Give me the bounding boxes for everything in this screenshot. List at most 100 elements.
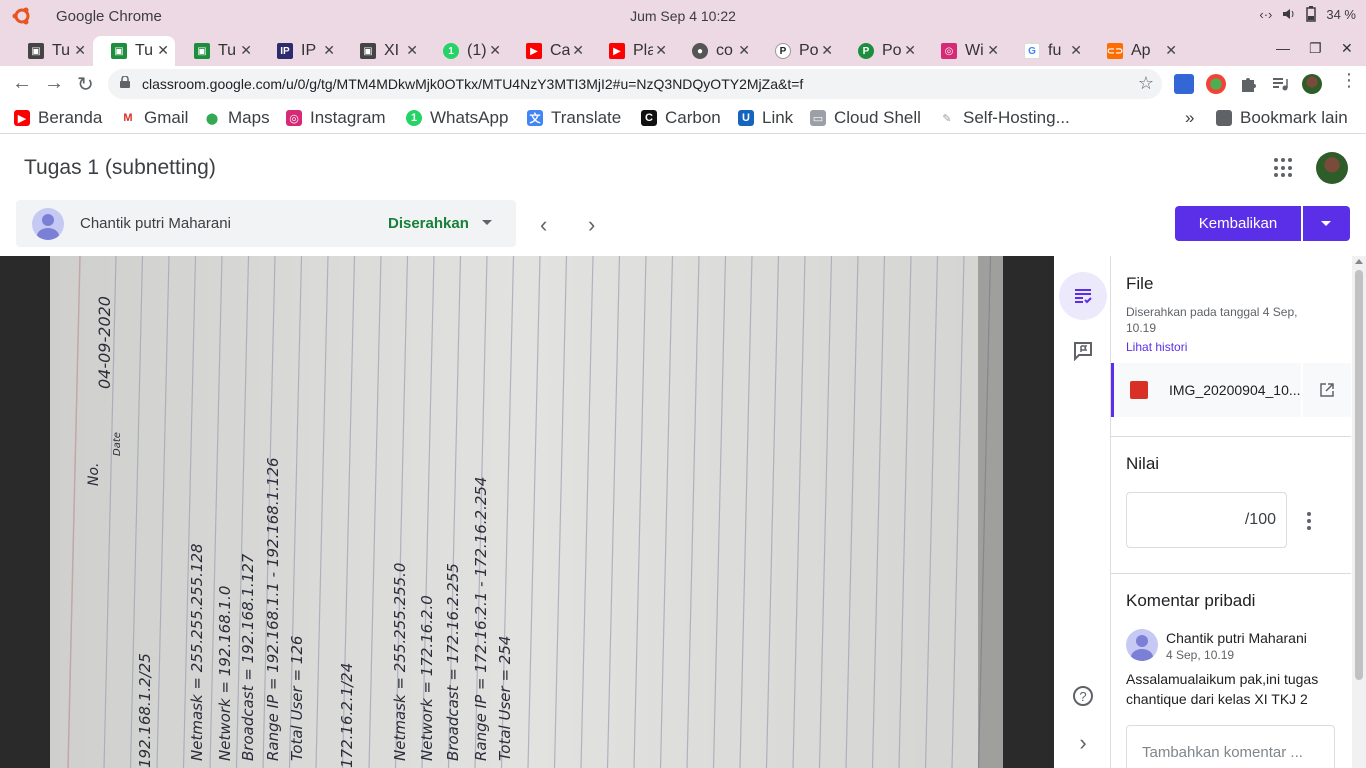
bookmark-item[interactable]: U Link <box>738 108 793 128</box>
browser-tab[interactable]: 1 (1) ✕ <box>425 36 507 66</box>
puzzle-extensions-icon[interactable] <box>1238 74 1258 94</box>
restore-icon[interactable]: ❐ <box>1309 40 1322 57</box>
close-tab-icon[interactable]: ✕ <box>406 42 418 59</box>
close-window-icon[interactable]: ✕ <box>1341 40 1353 57</box>
system-tray[interactable]: ‹·› 34 % <box>1259 6 1356 22</box>
reload-icon[interactable]: ↻ <box>77 72 94 97</box>
bookmark-item[interactable]: 文 Translate <box>527 108 621 128</box>
comments-button[interactable] <box>1059 327 1107 375</box>
notebook-date-label: Date <box>112 432 123 456</box>
svg-text:?: ? <box>1079 689 1086 704</box>
bookmark-item[interactable]: 1 WhatsApp <box>406 108 508 128</box>
close-tab-icon[interactable]: ✕ <box>987 42 999 59</box>
browser-tab[interactable]: ⊂⊃ Ap ✕ <box>1089 36 1183 66</box>
bookmarks-overflow[interactable]: » <box>1185 108 1194 128</box>
browser-tab[interactable]: ● co ✕ <box>674 36 756 66</box>
extension-icon[interactable] <box>1206 74 1226 94</box>
classroom-icon: ▣ <box>111 43 127 59</box>
bookmark-star-icon[interactable]: ☆ <box>1138 73 1154 94</box>
browser-tab[interactable]: ▣ Tu ✕ <box>176 36 258 66</box>
account-avatar[interactable] <box>1316 152 1348 184</box>
browser-tab[interactable]: ▶ Ca ✕ <box>508 36 590 66</box>
feather-icon: ✎ <box>939 110 955 126</box>
close-tab-icon[interactable]: ✕ <box>821 42 833 59</box>
grade-input[interactable]: /100 <box>1126 492 1287 548</box>
google-apps-icon[interactable] <box>1274 158 1294 178</box>
back-icon[interactable]: ← <box>12 72 32 95</box>
grade-more-options-icon[interactable] <box>1307 512 1311 533</box>
bookmark-item[interactable]: ▭ Cloud Shell <box>810 108 921 128</box>
return-options-button[interactable] <box>1303 206 1350 241</box>
student-name: Chantik putri Maharani <box>80 215 231 232</box>
address-bar[interactable]: classroom.google.com/u/0/g/tg/MTM4MDkwMj… <box>108 69 1162 99</box>
browser-tab-active[interactable]: ▣ Tu ✕ <box>93 36 175 66</box>
comment-author: Chantik putri Maharani <box>1166 630 1307 646</box>
notebook-no-label: No. <box>86 463 102 487</box>
url-text[interactable]: classroom.google.com/u/0/g/tg/MTM4MDkwMj… <box>142 76 803 92</box>
submission-viewer[interactable]: No. Date 04-09-2020 192.168.1.2/25 Netma… <box>0 256 1054 768</box>
side-rail: ? › <box>1054 256 1111 768</box>
bookmark-item[interactable]: ▶ Beranda <box>14 108 102 128</box>
view-history-link[interactable]: Lihat histori <box>1126 340 1187 354</box>
browser-tab[interactable]: Gfu ✕ <box>1006 36 1088 66</box>
bookmarks-bar: ▶ Beranda M Gmail ⬤ Maps ◎ Instagram 1 WhatsA… <box>0 102 1366 134</box>
ubuntu-logo-icon[interactable] <box>12 6 32 26</box>
close-tab-icon[interactable]: ✕ <box>1070 42 1082 59</box>
extension-icon[interactable] <box>1174 74 1194 94</box>
active-app-name[interactable]: Google Chrome <box>56 8 162 25</box>
next-student-icon[interactable]: › <box>588 212 595 238</box>
gmail-icon: M <box>120 110 136 126</box>
panel-scrollbar[interactable] <box>1352 256 1366 768</box>
browser-tab[interactable]: ▣ Tu ✕ <box>10 36 92 66</box>
chrome-menu-icon[interactable]: ⋮ <box>1340 70 1358 91</box>
close-tab-icon[interactable]: ✕ <box>489 42 501 59</box>
other-bookmarks[interactable]: Bookmark lain <box>1216 108 1348 128</box>
browser-tab[interactable]: ◎ Wi ✕ <box>923 36 1005 66</box>
handwritten-line: 192.168.1.2/25 <box>136 653 154 768</box>
cloud-shell-icon: ▭ <box>810 110 826 126</box>
file-section-title: File <box>1126 274 1154 293</box>
help-button[interactable]: ? <box>1059 672 1107 720</box>
browser-tab[interactable]: ▶ Pla ✕ <box>591 36 673 66</box>
scrollbar-thumb[interactable] <box>1355 270 1363 680</box>
previous-student-icon[interactable]: ‹ <box>540 212 547 238</box>
browser-tab[interactable]: P Po ✕ <box>840 36 922 66</box>
browser-tab[interactable]: ▣ XI ✕ <box>342 36 424 66</box>
return-button[interactable]: Kembalikan <box>1175 206 1301 241</box>
browser-tab[interactable]: IP IP ✕ <box>259 36 341 66</box>
chevron-down-icon[interactable] <box>482 220 492 225</box>
media-controls-icon[interactable] <box>1270 74 1290 94</box>
bookmark-item[interactable]: M Gmail <box>120 108 188 128</box>
expand-panel-button[interactable]: › <box>1059 719 1107 767</box>
system-clock[interactable]: Jum Sep 4 10:22 <box>0 8 1366 24</box>
handwritten-line: Total User = 126 <box>288 636 306 761</box>
profile-avatar[interactable] <box>1302 74 1322 94</box>
minimize-icon[interactable]: — <box>1276 40 1290 56</box>
close-tab-icon[interactable]: ✕ <box>572 42 584 59</box>
handwritten-line: Broadcast = 172.16.2.255 <box>444 563 462 761</box>
add-comment-input[interactable]: Tambahkan komentar ... <box>1126 725 1335 768</box>
comment-text: Assalamualaikum pak,ini tugas chantique … <box>1126 671 1319 707</box>
close-tab-icon[interactable]: ✕ <box>240 42 252 59</box>
close-tab-icon[interactable]: ✕ <box>323 42 335 59</box>
close-tab-icon[interactable]: ✕ <box>655 42 667 59</box>
close-tab-icon[interactable]: ✕ <box>904 42 916 59</box>
close-tab-icon[interactable]: ✕ <box>1165 42 1177 59</box>
attachment-name[interactable]: IMG_20200904_10... <box>1169 382 1301 398</box>
handwritten-line: Network = 192.168.1.0 <box>216 586 234 761</box>
open-in-new-button[interactable] <box>1303 363 1351 417</box>
forward-icon[interactable]: → <box>44 72 64 95</box>
bookmark-item[interactable]: ◎ Instagram <box>286 108 386 128</box>
close-tab-icon[interactable]: ✕ <box>74 42 86 59</box>
folder-icon <box>1216 110 1232 126</box>
file-details-button[interactable] <box>1059 272 1107 320</box>
bookmark-item[interactable]: ✎ Self-Hosting... <box>939 108 1070 128</box>
bookmark-item[interactable]: C Carbon <box>641 108 721 128</box>
close-tab-icon[interactable]: ✕ <box>157 42 169 59</box>
student-selector[interactable]: Chantik putri Maharani Diserahkan <box>16 200 516 247</box>
browser-tab[interactable]: P Po ✕ <box>757 36 839 66</box>
bookmark-item[interactable]: ⬤ Maps <box>204 108 270 128</box>
close-tab-icon[interactable]: ✕ <box>738 42 750 59</box>
attachment-item[interactable]: IMG_20200904_10... <box>1111 363 1301 417</box>
instagram-icon: ◎ <box>286 110 302 126</box>
